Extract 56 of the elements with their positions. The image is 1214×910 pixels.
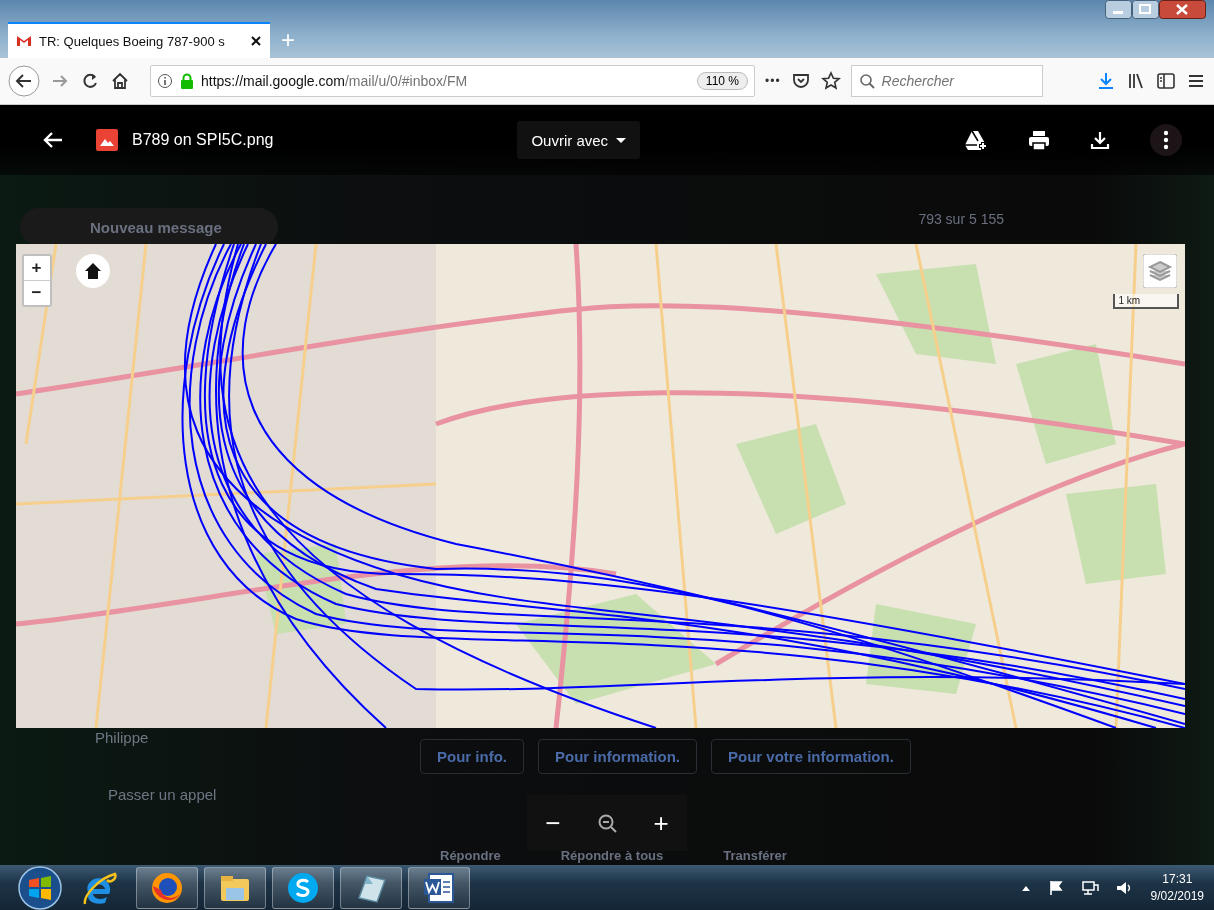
star-icon[interactable] xyxy=(820,71,841,91)
file-name: B789 on SPI5C.png xyxy=(132,131,274,149)
taskbar-app-button[interactable] xyxy=(204,866,266,909)
minimize-button[interactable] xyxy=(1105,0,1132,19)
zoom-out-button[interactable]: − xyxy=(545,810,561,836)
reload-button[interactable] xyxy=(80,71,100,91)
taskbar-app-button[interactable] xyxy=(408,866,470,909)
page-actions-button[interactable]: ••• xyxy=(765,74,781,88)
close-icon[interactable] xyxy=(250,35,262,47)
download-icon[interactable] xyxy=(1090,130,1110,150)
info-icon[interactable] xyxy=(157,73,173,89)
lock-icon xyxy=(179,73,195,89)
smart-reply-chip[interactable]: Pour info. xyxy=(420,739,524,774)
scale-bar: 1 km xyxy=(1112,294,1179,309)
browser-tab[interactable]: TR: Quelques Boeing 787-900 s xyxy=(8,22,270,58)
mail-icon xyxy=(16,33,32,49)
call-link[interactable]: Passer un appel xyxy=(108,786,330,803)
reply-action-button[interactable]: Répondre à tous xyxy=(560,848,664,863)
layers-icon[interactable] xyxy=(1142,254,1177,288)
tab-title: TR: Quelques Boeing 787-900 s xyxy=(39,33,226,49)
library-icon[interactable] xyxy=(1126,71,1146,91)
map-zoom-in-button[interactable]: + xyxy=(23,256,50,280)
taskbar-app-button[interactable] xyxy=(136,866,198,909)
caret-icon xyxy=(616,137,627,143)
search-field[interactable]: Rechercher xyxy=(850,65,1043,97)
pocket-icon[interactable] xyxy=(790,71,811,91)
clock-date[interactable]: 9/02/2019 xyxy=(1150,887,1204,905)
home-button[interactable] xyxy=(110,71,130,91)
network-icon[interactable] xyxy=(1080,878,1099,897)
message-counter: 793 sur 5 155 xyxy=(918,211,1004,227)
image-file-icon xyxy=(96,129,118,151)
print-icon[interactable] xyxy=(1028,129,1050,151)
zoom-icon[interactable] xyxy=(597,813,617,833)
reply-action-button[interactable]: Transférer xyxy=(723,848,787,863)
start-button[interactable] xyxy=(18,865,62,910)
close-button[interactable] xyxy=(1159,0,1206,19)
url-text: https://mail.google.com/mail/u/0/#inbox/FM xyxy=(201,73,469,89)
smart-reply-chip[interactable]: Pour votre information. xyxy=(711,739,911,774)
address-bar[interactable]: https://mail.google.com/mail/u/0/#inbox/FM 110 % xyxy=(150,65,755,97)
compose-button[interactable]: Nouveau message xyxy=(20,208,278,246)
map-zoom-out-button[interactable]: − xyxy=(23,280,50,305)
search-icon xyxy=(858,73,875,89)
more-options-icon[interactable] xyxy=(1150,124,1182,156)
taskbar-app-button[interactable] xyxy=(340,866,402,909)
zoom-in-button[interactable]: + xyxy=(653,810,669,836)
zoom-level-indicator[interactable]: 110 % xyxy=(696,72,748,90)
back-button[interactable] xyxy=(8,65,40,97)
sidebar-icon[interactable] xyxy=(1156,71,1176,91)
contact-name: Philippe xyxy=(95,729,150,746)
smart-reply-chip[interactable]: Pour information. xyxy=(538,739,697,774)
maximize-button[interactable] xyxy=(1132,0,1159,19)
drive-add-icon[interactable] xyxy=(964,129,988,151)
reply-action-button[interactable]: Répondre xyxy=(440,848,501,863)
open-with-button[interactable]: Ouvrir avec xyxy=(517,121,641,159)
clock-time[interactable]: 17:31 xyxy=(1150,870,1204,888)
taskbar-app-button[interactable] xyxy=(272,866,334,909)
